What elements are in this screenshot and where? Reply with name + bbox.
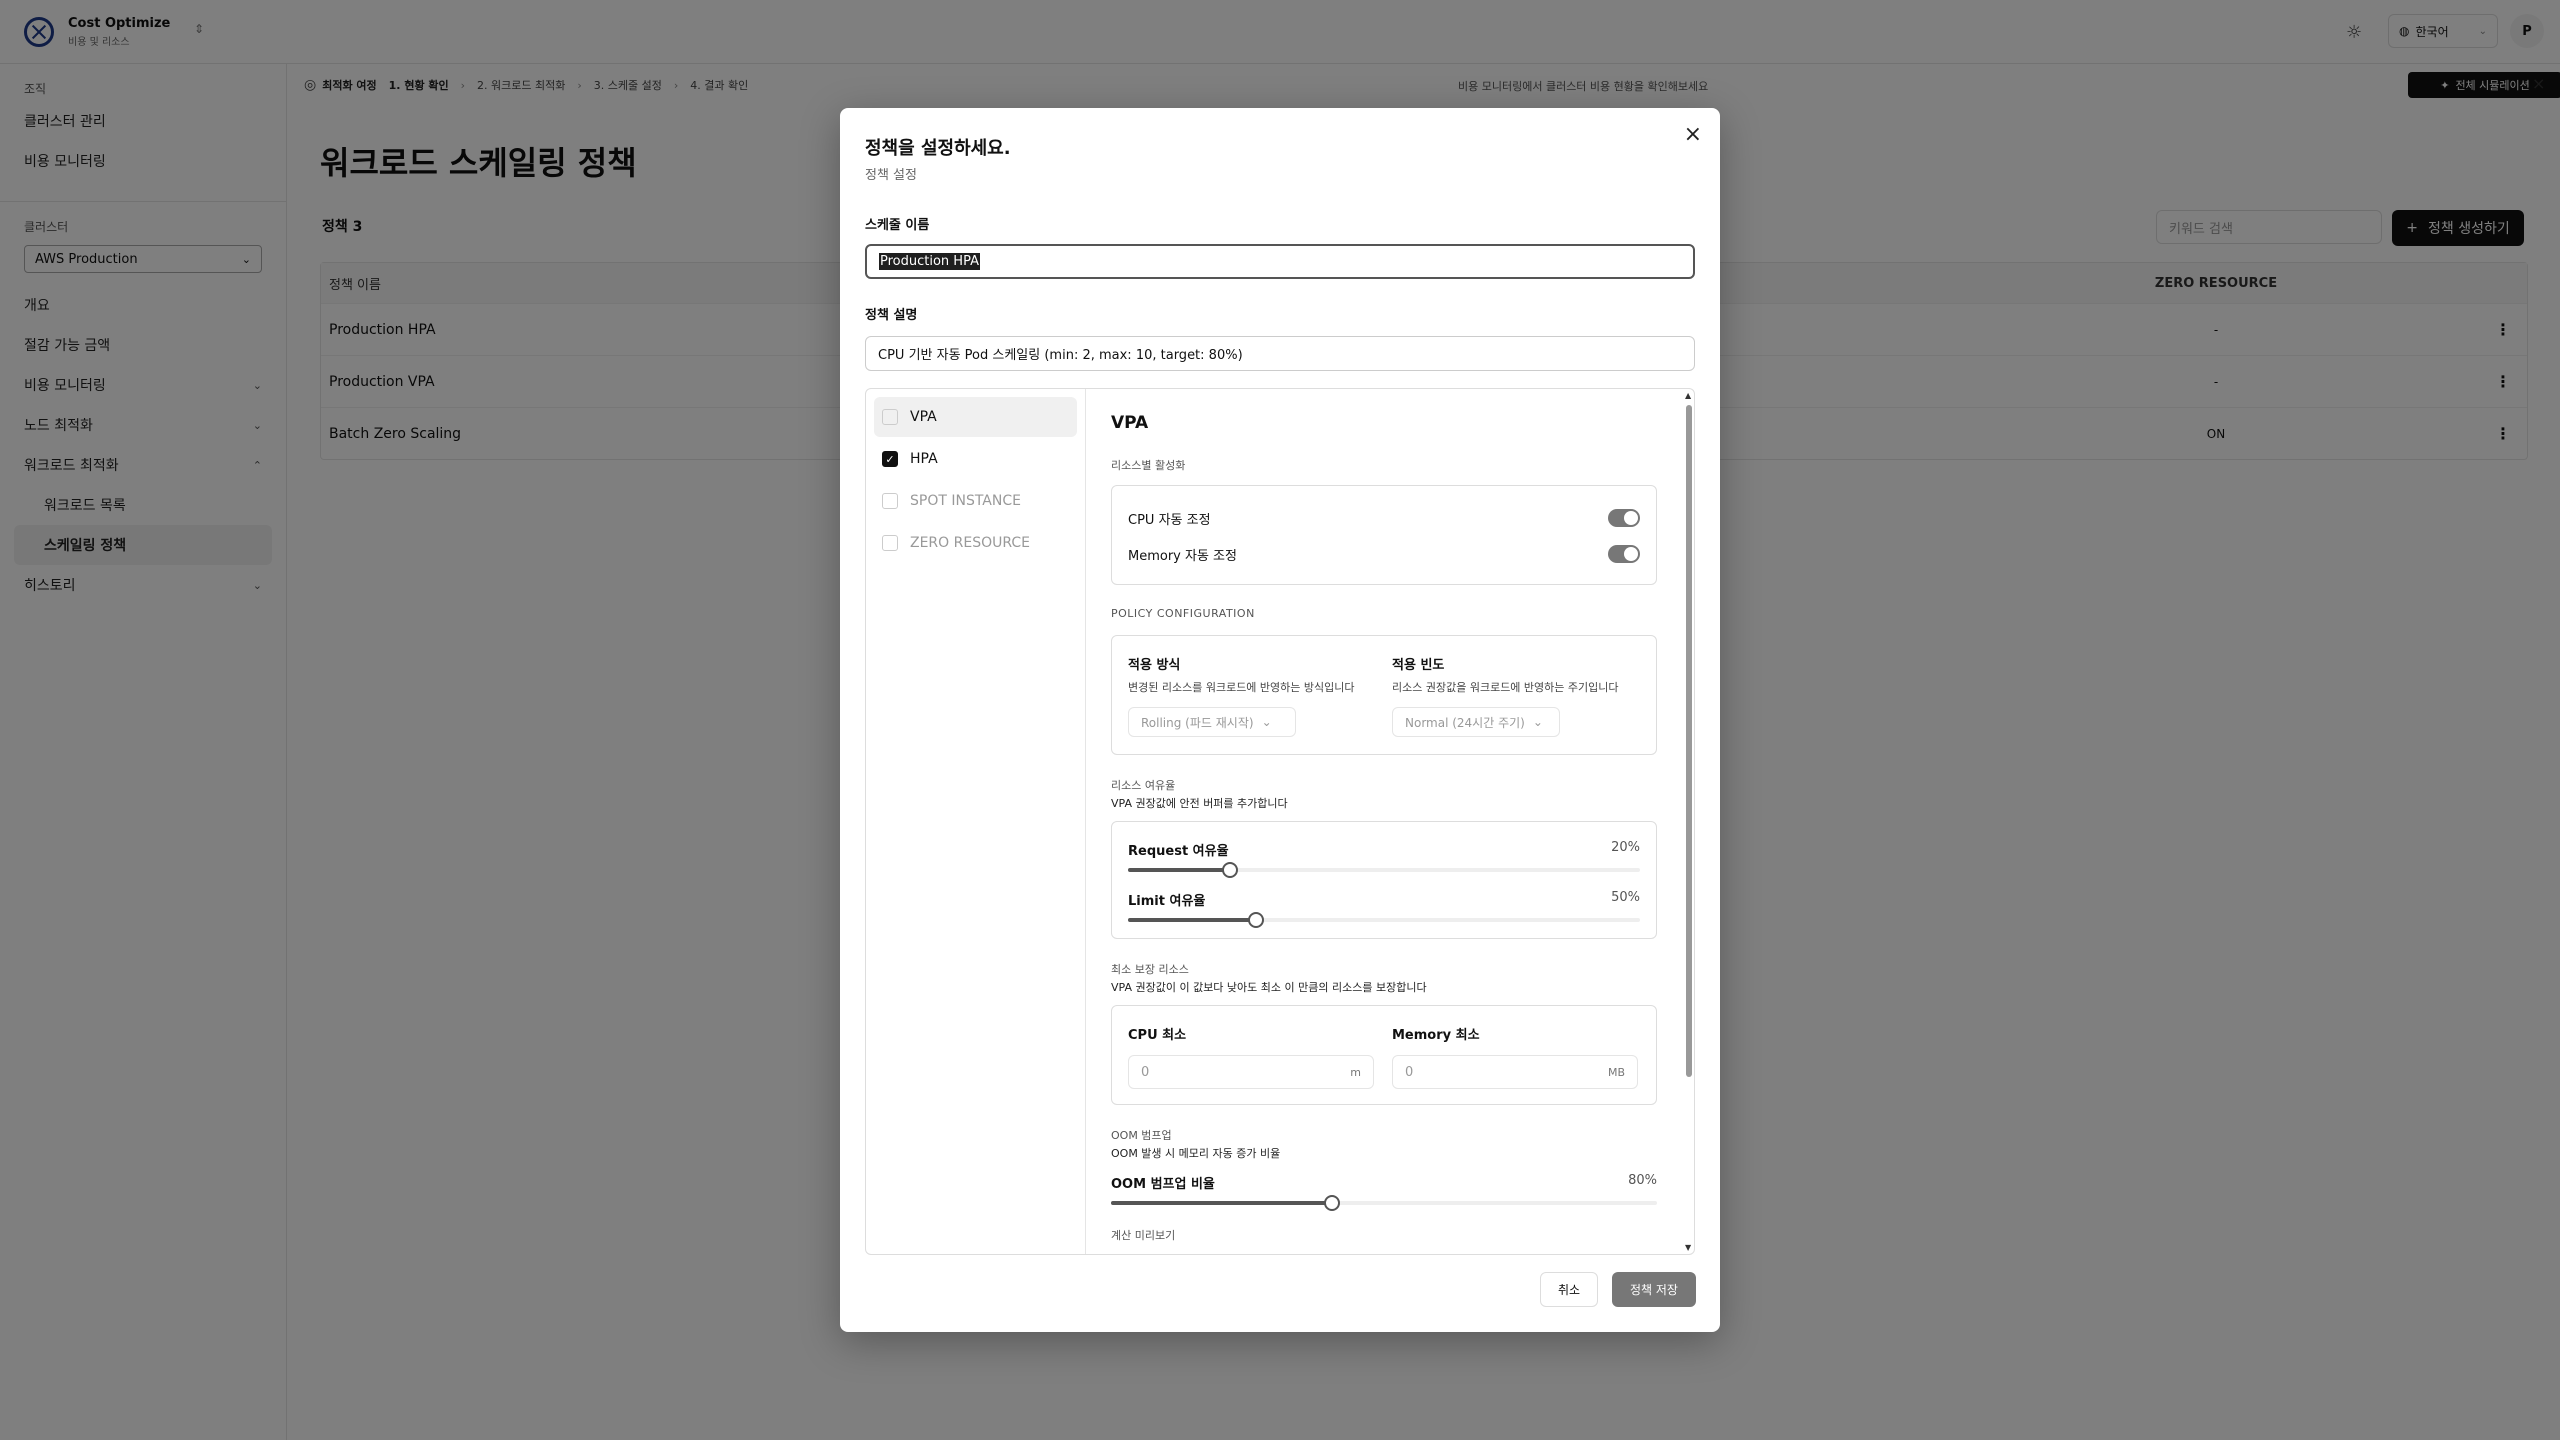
cancel-button[interactable]: 취소 xyxy=(1540,1272,1598,1307)
preview-caption: 계산 미리보기 xyxy=(1111,1229,1176,1242)
cpu-min-input[interactable]: 0 m xyxy=(1128,1055,1374,1089)
chevron-down-icon: ⌄ xyxy=(1532,715,1543,729)
memory-toggle-row: Memory 자동 조정 xyxy=(1128,544,1640,564)
limit-margin-slider[interactable]: Limit 여유율 50% xyxy=(1128,890,1640,928)
apply-frequency: 적용 빈도 리소스 권장값을 워크로드에 반영하는 주기입니다 Normal (… xyxy=(1392,654,1642,737)
slider-handle[interactable] xyxy=(1324,1195,1341,1211)
apply-method: 적용 방식 변경된 리소스를 워크로드에 반영하는 방식입니다 Rolling … xyxy=(1128,654,1378,737)
checkbox[interactable] xyxy=(882,535,898,551)
modal-title: 정책을 설정하세요. xyxy=(865,138,1011,159)
cpu-toggle[interactable] xyxy=(1608,509,1640,527)
margin-desc: VPA 권장값에 안전 버퍼를 추가합니다 xyxy=(1111,797,1288,810)
slider-handle[interactable] xyxy=(1222,862,1239,878)
policy-panel: VPA ✓ HPA SPOT INSTANCE ZERO RESOURCE VP… xyxy=(865,388,1695,1255)
vpa-title: VPA xyxy=(1111,413,1149,433)
vpa-settings: VPA 리소스별 활성화 CPU 자동 조정 Memory 자동 조정 POLI… xyxy=(1087,389,1683,1254)
memory-min: Memory 최소 0 MB xyxy=(1392,1024,1638,1089)
memory-min-input[interactable]: 0 MB xyxy=(1392,1055,1638,1089)
scrollbar[interactable]: ▲ ▼ xyxy=(1683,389,1694,1254)
policy-config-card: 적용 방식 변경된 리소스를 워크로드에 반영하는 방식입니다 Rolling … xyxy=(1111,635,1657,755)
memory-toggle[interactable] xyxy=(1608,545,1640,563)
scroll-up-icon[interactable]: ▲ xyxy=(1685,391,1691,400)
schedule-name-input[interactable]: Production HPA xyxy=(865,244,1695,279)
checkbox[interactable] xyxy=(882,409,898,425)
cpu-toggle-row: CPU 자동 조정 xyxy=(1128,508,1640,528)
policy-desc-input[interactable]: CPU 기반 자동 Pod 스케일링 (min: 2, max: 10, tar… xyxy=(865,336,1695,371)
min-resource-card: CPU 최소 0 m Memory 최소 0 MB xyxy=(1111,1005,1657,1105)
slider-handle[interactable] xyxy=(1248,912,1264,928)
policy-type-spot[interactable]: SPOT INSTANCE xyxy=(874,481,1077,521)
checkbox[interactable] xyxy=(882,493,898,509)
oom-caption: OOM 범프업 xyxy=(1111,1129,1172,1142)
min-desc: VPA 권장값이 이 값보다 낮아도 최소 이 만큼의 리소스를 보장합니다 xyxy=(1111,981,1427,994)
close-icon[interactable]: × xyxy=(1684,122,1702,147)
policy-type-list: VPA ✓ HPA SPOT INSTANCE ZERO RESOURCE xyxy=(866,389,1086,1254)
policy-config-caption: POLICY CONFIGURATION xyxy=(1111,607,1255,620)
oom-desc: OOM 발생 시 메모리 자동 증가 비율 xyxy=(1111,1147,1281,1160)
policy-desc-label: 정책 설명 xyxy=(865,308,918,323)
scroll-thumb[interactable] xyxy=(1686,405,1692,1077)
resource-caption: 리소스별 활성화 xyxy=(1111,459,1186,472)
checkbox-checked[interactable]: ✓ xyxy=(882,451,898,467)
policy-type-vpa[interactable]: VPA xyxy=(874,397,1077,437)
chevron-down-icon: ⌄ xyxy=(1261,715,1272,729)
request-margin-slider[interactable]: Request 여유율 20% xyxy=(1128,840,1640,878)
scroll-down-icon[interactable]: ▼ xyxy=(1685,1243,1691,1252)
margin-caption: 리소스 여유율 xyxy=(1111,779,1176,792)
margin-card: Request 여유율 20% Limit 여유율 50% xyxy=(1111,821,1657,939)
oom-ratio-slider[interactable]: OOM 범프업 비율 80% xyxy=(1111,1173,1657,1211)
policy-modal: × 정책을 설정하세요. 정책 설정 스케줄 이름 Production HPA… xyxy=(840,108,1720,1332)
resource-toggle-card: CPU 자동 조정 Memory 자동 조정 xyxy=(1111,485,1657,585)
policy-type-zero-resource[interactable]: ZERO RESOURCE xyxy=(874,523,1077,563)
min-caption: 최소 보장 리소스 xyxy=(1111,963,1189,976)
policy-type-hpa[interactable]: ✓ HPA xyxy=(874,439,1077,479)
save-policy-button[interactable]: 정책 저장 xyxy=(1612,1272,1696,1307)
apply-method-select[interactable]: Rolling (파드 재시작) ⌄ xyxy=(1128,707,1296,737)
cpu-min: CPU 최소 0 m xyxy=(1128,1024,1374,1089)
modal-subtitle: 정책 설정 xyxy=(865,168,917,183)
schedule-name-label: 스케줄 이름 xyxy=(865,218,930,233)
apply-frequency-select[interactable]: Normal (24시간 주기) ⌄ xyxy=(1392,707,1560,737)
